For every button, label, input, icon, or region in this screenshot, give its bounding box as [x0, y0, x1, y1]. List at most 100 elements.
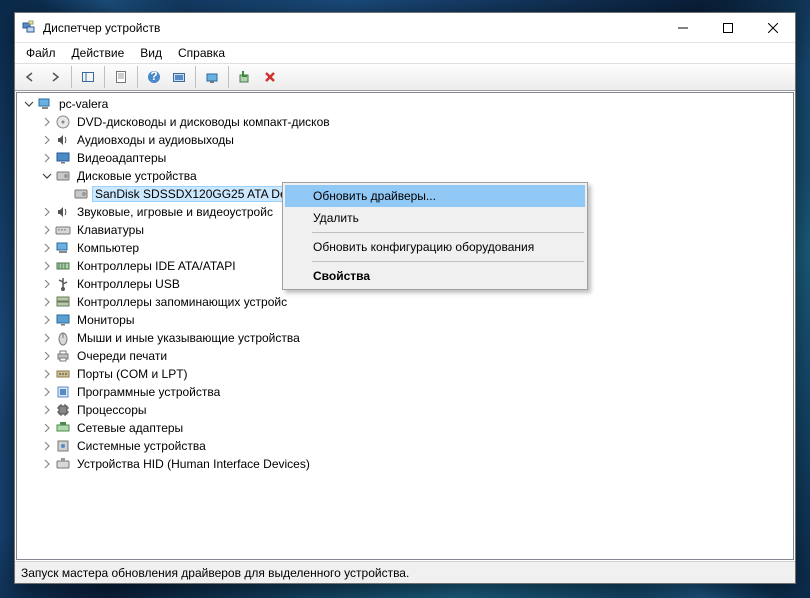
chevron-right-icon[interactable] [39, 204, 55, 220]
tree-item-label: Системные устройства [75, 439, 208, 453]
context-separator [312, 232, 584, 233]
chevron-right-icon[interactable] [39, 312, 55, 328]
context-separator [312, 261, 584, 262]
tree-item-label: Программные устройства [75, 385, 222, 399]
toolbar-separator [104, 66, 105, 88]
ctx-update-drivers[interactable]: Обновить драйверы... [285, 185, 585, 207]
tree-item-label: SanDisk SDSSDX120GG25 ATA Device [93, 187, 310, 201]
toolbar-separator [228, 66, 229, 88]
scan-hardware-button[interactable] [167, 65, 191, 89]
minimize-button[interactable] [660, 13, 705, 42]
uninstall-device-button[interactable] [258, 65, 282, 89]
maximize-button[interactable] [705, 13, 750, 42]
chevron-right-icon[interactable] [39, 456, 55, 472]
show-hide-tree-button[interactable] [76, 65, 100, 89]
toolbar-separator [195, 66, 196, 88]
chevron-right-icon[interactable] [39, 366, 55, 382]
tree-category[interactable]: Системные устройства [17, 437, 793, 455]
chevron-down-icon[interactable] [39, 168, 55, 184]
device-manager-window: Диспетчер устройств Файл Действие Вид Сп… [14, 12, 796, 584]
tree-item-label: Звуковые, игровые и видеоустройс [75, 205, 275, 219]
back-button[interactable] [18, 65, 42, 89]
tree-category[interactable]: Аудиовходы и аудиовыходы [17, 131, 793, 149]
chevron-right-icon[interactable] [39, 240, 55, 256]
chevron-down-icon[interactable] [21, 96, 37, 112]
computer-icon [55, 240, 71, 256]
tree-item-label: Контроллеры IDE ATA/ATAPI [75, 259, 238, 273]
help-button[interactable]: ? [142, 65, 166, 89]
chevron-right-icon[interactable] [39, 330, 55, 346]
tree-root[interactable]: pc-valera [17, 95, 793, 113]
chevron-right-icon[interactable] [39, 420, 55, 436]
toolbar-separator [137, 66, 138, 88]
context-menu: Обновить драйверы... Удалить Обновить ко… [282, 182, 588, 290]
chevron-right-icon[interactable] [39, 222, 55, 238]
tree-category[interactable]: Программные устройства [17, 383, 793, 401]
port-icon [55, 366, 71, 382]
tree-category[interactable]: Мыши и иные указывающие устройства [17, 329, 793, 347]
chevron-right-icon[interactable] [39, 114, 55, 130]
statusbar: Запуск мастера обновления драйверов для … [15, 561, 795, 583]
speaker-icon [55, 132, 71, 148]
chevron-right-icon[interactable] [39, 402, 55, 418]
menu-help[interactable]: Справка [171, 45, 232, 61]
enable-device-button[interactable] [233, 65, 257, 89]
tree-item-label: DVD-дисководы и дисководы компакт-дисков [75, 115, 332, 129]
tree-item-label: Порты (COM и LPT) [75, 367, 190, 381]
chevron-right-icon[interactable] [39, 294, 55, 310]
drive-icon [73, 186, 89, 202]
ctx-refresh-hardware[interactable]: Обновить конфигурацию оборудования [285, 236, 585, 258]
tree-category[interactable]: Порты (COM и LPT) [17, 365, 793, 383]
tree-item-label: Мыши и иные указывающие устройства [75, 331, 302, 345]
menu-file[interactable]: Файл [19, 45, 63, 61]
ide-icon [55, 258, 71, 274]
tree-category[interactable]: Контроллеры запоминающих устройс [17, 293, 793, 311]
computer-root-icon [37, 96, 53, 112]
menu-view[interactable]: Вид [133, 45, 169, 61]
titlebar: Диспетчер устройств [15, 13, 795, 43]
tree-item-label: Процессоры [75, 403, 149, 417]
keyboard-icon [55, 222, 71, 238]
forward-button[interactable] [43, 65, 67, 89]
monitor-icon [55, 312, 71, 328]
chevron-right-icon[interactable] [39, 438, 55, 454]
drive-icon [55, 168, 71, 184]
chevron-right-icon[interactable] [39, 348, 55, 364]
mouse-icon [55, 330, 71, 346]
chevron-right-icon[interactable] [39, 384, 55, 400]
svg-text:?: ? [150, 70, 157, 83]
network-icon [55, 420, 71, 436]
chevron-right-icon[interactable] [39, 150, 55, 166]
tree-category[interactable]: Процессоры [17, 401, 793, 419]
tree-item-label: Аудиовходы и аудиовыходы [75, 133, 236, 147]
chevron-right-icon[interactable] [39, 132, 55, 148]
ctx-delete[interactable]: Удалить [285, 207, 585, 229]
tree-category[interactable]: Видеоадаптеры [17, 149, 793, 167]
chevron-right-icon[interactable] [39, 258, 55, 274]
tree-item-label: Устройства HID (Human Interface Devices) [75, 457, 312, 471]
display-icon [55, 150, 71, 166]
ctx-properties[interactable]: Свойства [285, 265, 585, 287]
update-driver-button[interactable] [200, 65, 224, 89]
menu-action[interactable]: Действие [65, 45, 132, 61]
tree-category[interactable]: DVD-дисководы и дисководы компакт-дисков [17, 113, 793, 131]
system-icon [55, 438, 71, 454]
chevron-right-icon[interactable] [39, 276, 55, 292]
close-button[interactable] [750, 13, 795, 42]
tree-item-label: Клавиатуры [75, 223, 146, 237]
app-icon [21, 20, 37, 36]
hid-icon [55, 456, 71, 472]
tree-category[interactable]: Устройства HID (Human Interface Devices) [17, 455, 793, 473]
software-icon [55, 384, 71, 400]
tree-item-label: pc-valera [57, 97, 110, 111]
status-text: Запуск мастера обновления драйверов для … [21, 566, 409, 580]
tree-item-label: Мониторы [75, 313, 136, 327]
tree-category[interactable]: Мониторы [17, 311, 793, 329]
tree-item-label: Очереди печати [75, 349, 169, 363]
device-tree[interactable]: pc-valera DVD-дисководы и дисководы компа… [16, 92, 794, 560]
tree-item-label: Дисковые устройства [75, 169, 199, 183]
tree-category[interactable]: Сетевые адаптеры [17, 419, 793, 437]
toolbar: ? [15, 63, 795, 91]
properties-button[interactable] [109, 65, 133, 89]
tree-category[interactable]: Очереди печати [17, 347, 793, 365]
